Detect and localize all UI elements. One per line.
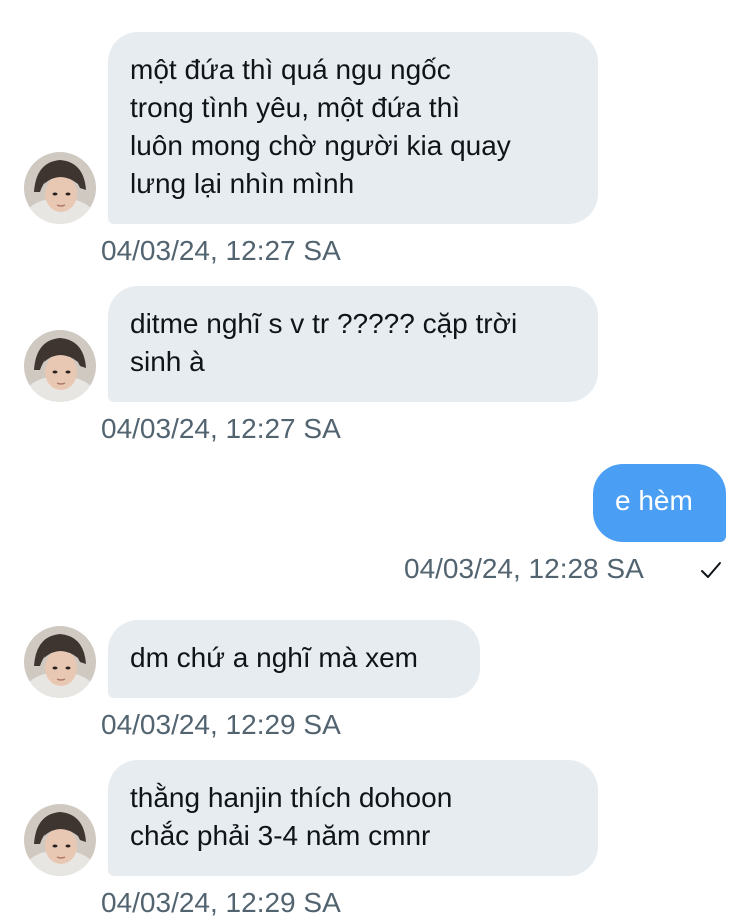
message-bubble[interactable]: ditme nghĩ s v tr ????? cặp trời sinh à	[108, 286, 598, 402]
avatar[interactable]	[24, 152, 96, 224]
message-timestamp: 04/03/24, 12:29 SA	[101, 887, 341, 918]
avatar-photo	[24, 152, 96, 224]
avatar-photo	[24, 626, 96, 698]
avatar[interactable]	[24, 626, 96, 698]
message-bubble[interactable]: dm chứ a nghĩ mà xem	[108, 620, 480, 698]
avatar[interactable]	[24, 804, 96, 876]
avatar-photo	[24, 330, 96, 402]
avatar-photo	[24, 804, 96, 876]
checkmark-icon	[701, 562, 721, 578]
message-bubble[interactable]: một đứa thì quá ngu ngốc trong tình yêu,…	[108, 32, 598, 224]
message-timestamp: 04/03/24, 12:28 SA	[404, 553, 644, 584]
message-bubble-outgoing[interactable]: e hèm	[593, 464, 726, 542]
message-timestamp: 04/03/24, 12:27 SA	[101, 413, 341, 444]
message-timestamp: 04/03/24, 12:27 SA	[101, 235, 341, 266]
message-bubble[interactable]: thằng hanjin thích dohoon chắc phải 3-4 …	[108, 760, 598, 876]
avatar[interactable]	[24, 330, 96, 402]
message-timestamp: 04/03/24, 12:29 SA	[101, 709, 341, 740]
